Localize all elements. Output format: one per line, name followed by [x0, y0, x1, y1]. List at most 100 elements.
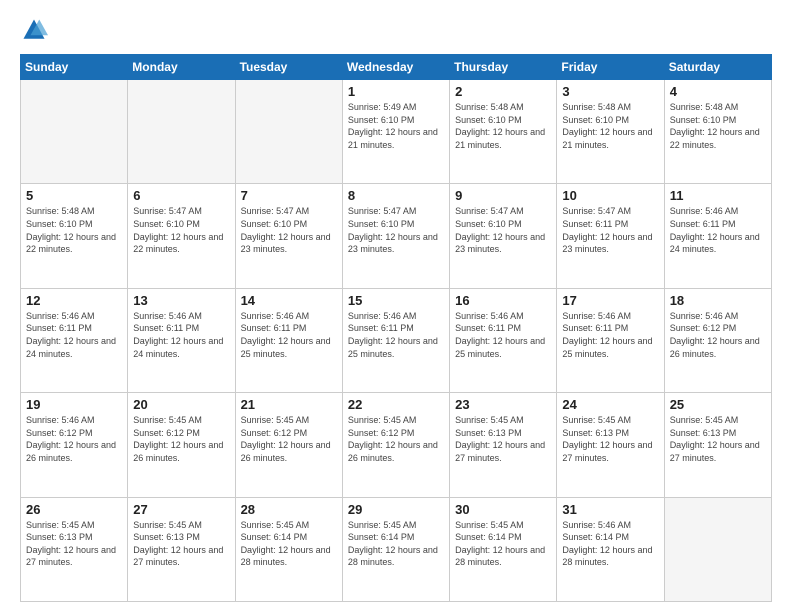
day-info: Sunrise: 5:46 AM Sunset: 6:11 PM Dayligh…	[133, 310, 229, 360]
calendar-week-row: 26 Sunrise: 5:45 AM Sunset: 6:13 PM Dayli…	[21, 497, 772, 601]
day-info: Sunrise: 5:45 AM Sunset: 6:12 PM Dayligh…	[133, 414, 229, 464]
calendar-week-row: 1 Sunrise: 5:49 AM Sunset: 6:10 PM Daylig…	[21, 80, 772, 184]
day-number: 24	[562, 397, 658, 412]
day-number: 11	[670, 188, 766, 203]
calendar-cell: 31 Sunrise: 5:46 AM Sunset: 6:14 PM Dayli…	[557, 497, 664, 601]
day-info: Sunrise: 5:45 AM Sunset: 6:13 PM Dayligh…	[670, 414, 766, 464]
calendar-cell: 10 Sunrise: 5:47 AM Sunset: 6:11 PM Dayli…	[557, 184, 664, 288]
calendar-cell: 20Sunrise: 5:45 AM Sunset: 6:12 PM Dayli…	[128, 393, 235, 497]
day-info: Sunrise: 5:45 AM Sunset: 6:13 PM Dayligh…	[562, 414, 658, 464]
calendar-cell: 19 Sunrise: 5:46 AM Sunset: 6:12 PM Dayli…	[21, 393, 128, 497]
weekday-header: Thursday	[450, 55, 557, 80]
calendar-cell: 12 Sunrise: 5:46 AM Sunset: 6:11 PM Dayli…	[21, 288, 128, 392]
weekday-header: Saturday	[664, 55, 771, 80]
calendar-cell: 25 Sunrise: 5:45 AM Sunset: 6:13 PM Dayli…	[664, 393, 771, 497]
day-info: Sunrise: 5:46 AM Sunset: 6:12 PM Dayligh…	[26, 414, 122, 464]
day-info: Sunrise: 5:46 AM Sunset: 6:11 PM Dayligh…	[455, 310, 551, 360]
calendar-cell: 1 Sunrise: 5:49 AM Sunset: 6:10 PM Daylig…	[342, 80, 449, 184]
day-number: 19	[26, 397, 122, 412]
calendar-cell: 3 Sunrise: 5:48 AM Sunset: 6:10 PM Daylig…	[557, 80, 664, 184]
day-number: 1	[348, 84, 444, 99]
calendar-cell	[664, 497, 771, 601]
calendar-cell: 8 Sunrise: 5:47 AM Sunset: 6:10 PM Daylig…	[342, 184, 449, 288]
day-number: 7	[241, 188, 337, 203]
header	[20, 16, 772, 44]
calendar: SundayMondayTuesdayWednesdayThursdayFrid…	[20, 54, 772, 602]
calendar-cell: 27 Sunrise: 5:45 AM Sunset: 6:13 PM Dayli…	[128, 497, 235, 601]
calendar-cell: 17 Sunrise: 5:46 AM Sunset: 6:11 PM Dayli…	[557, 288, 664, 392]
day-info: Sunrise: 5:45 AM Sunset: 6:13 PM Dayligh…	[455, 414, 551, 464]
day-info: Sunrise: 5:48 AM Sunset: 6:10 PM Dayligh…	[455, 101, 551, 151]
day-info: Sunrise: 5:48 AM Sunset: 6:10 PM Dayligh…	[26, 205, 122, 255]
day-info: Sunrise: 5:45 AM Sunset: 6:13 PM Dayligh…	[133, 519, 229, 569]
calendar-cell	[235, 80, 342, 184]
calendar-cell: 21 Sunrise: 5:45 AM Sunset: 6:12 PM Dayli…	[235, 393, 342, 497]
calendar-cell: 23 Sunrise: 5:45 AM Sunset: 6:13 PM Dayli…	[450, 393, 557, 497]
weekday-header: Wednesday	[342, 55, 449, 80]
day-number: 23	[455, 397, 551, 412]
day-number: 4	[670, 84, 766, 99]
day-info: Sunrise: 5:47 AM Sunset: 6:10 PM Dayligh…	[348, 205, 444, 255]
day-number: 25	[670, 397, 766, 412]
day-info: Sunrise: 5:46 AM Sunset: 6:14 PM Dayligh…	[562, 519, 658, 569]
calendar-cell: 15Sunrise: 5:46 AM Sunset: 6:11 PM Dayli…	[342, 288, 449, 392]
calendar-cell: 13 Sunrise: 5:46 AM Sunset: 6:11 PM Dayli…	[128, 288, 235, 392]
calendar-cell: 2 Sunrise: 5:48 AM Sunset: 6:10 PM Daylig…	[450, 80, 557, 184]
calendar-cell: 11 Sunrise: 5:46 AM Sunset: 6:11 PM Dayli…	[664, 184, 771, 288]
page: SundayMondayTuesdayWednesdayThursdayFrid…	[0, 0, 792, 612]
day-number: 13	[133, 293, 229, 308]
calendar-cell: 22Sunrise: 5:45 AM Sunset: 6:12 PM Dayli…	[342, 393, 449, 497]
day-number: 18	[670, 293, 766, 308]
logo	[20, 16, 52, 44]
day-number: 10	[562, 188, 658, 203]
weekday-header: Monday	[128, 55, 235, 80]
day-info: Sunrise: 5:45 AM Sunset: 6:14 PM Dayligh…	[241, 519, 337, 569]
day-info: Sunrise: 5:46 AM Sunset: 6:11 PM Dayligh…	[670, 205, 766, 255]
day-info: Sunrise: 5:45 AM Sunset: 6:14 PM Dayligh…	[348, 519, 444, 569]
day-number: 2	[455, 84, 551, 99]
day-number: 12	[26, 293, 122, 308]
day-number: 15	[348, 293, 444, 308]
day-number: 17	[562, 293, 658, 308]
calendar-week-row: 5Sunrise: 5:48 AM Sunset: 6:10 PM Daylig…	[21, 184, 772, 288]
day-number: 21	[241, 397, 337, 412]
day-number: 28	[241, 502, 337, 517]
calendar-cell: 29 Sunrise: 5:45 AM Sunset: 6:14 PM Dayli…	[342, 497, 449, 601]
weekday-header: Sunday	[21, 55, 128, 80]
calendar-cell: 26Sunrise: 5:45 AM Sunset: 6:13 PM Dayli…	[21, 497, 128, 601]
day-number: 8	[348, 188, 444, 203]
day-info: Sunrise: 5:46 AM Sunset: 6:11 PM Dayligh…	[562, 310, 658, 360]
day-info: Sunrise: 5:45 AM Sunset: 6:12 PM Dayligh…	[241, 414, 337, 464]
day-number: 29	[348, 502, 444, 517]
day-number: 27	[133, 502, 229, 517]
day-number: 26	[26, 502, 122, 517]
calendar-cell: 7 Sunrise: 5:47 AM Sunset: 6:10 PM Daylig…	[235, 184, 342, 288]
calendar-cell: 28 Sunrise: 5:45 AM Sunset: 6:14 PM Dayli…	[235, 497, 342, 601]
day-info: Sunrise: 5:49 AM Sunset: 6:10 PM Dayligh…	[348, 101, 444, 151]
calendar-cell	[21, 80, 128, 184]
calendar-week-row: 12 Sunrise: 5:46 AM Sunset: 6:11 PM Dayli…	[21, 288, 772, 392]
logo-icon	[20, 16, 48, 44]
day-number: 31	[562, 502, 658, 517]
day-number: 3	[562, 84, 658, 99]
calendar-cell: 16Sunrise: 5:46 AM Sunset: 6:11 PM Dayli…	[450, 288, 557, 392]
day-info: Sunrise: 5:46 AM Sunset: 6:12 PM Dayligh…	[670, 310, 766, 360]
day-number: 14	[241, 293, 337, 308]
day-info: Sunrise: 5:48 AM Sunset: 6:10 PM Dayligh…	[562, 101, 658, 151]
day-number: 30	[455, 502, 551, 517]
day-info: Sunrise: 5:46 AM Sunset: 6:11 PM Dayligh…	[241, 310, 337, 360]
calendar-cell: 24 Sunrise: 5:45 AM Sunset: 6:13 PM Dayli…	[557, 393, 664, 497]
day-number: 22	[348, 397, 444, 412]
day-info: Sunrise: 5:47 AM Sunset: 6:10 PM Dayligh…	[241, 205, 337, 255]
weekday-header: Tuesday	[235, 55, 342, 80]
day-info: Sunrise: 5:47 AM Sunset: 6:10 PM Dayligh…	[455, 205, 551, 255]
weekday-header: Friday	[557, 55, 664, 80]
calendar-cell: 6Sunrise: 5:47 AM Sunset: 6:10 PM Daylig…	[128, 184, 235, 288]
day-info: Sunrise: 5:45 AM Sunset: 6:14 PM Dayligh…	[455, 519, 551, 569]
day-info: Sunrise: 5:46 AM Sunset: 6:11 PM Dayligh…	[26, 310, 122, 360]
calendar-cell: 9 Sunrise: 5:47 AM Sunset: 6:10 PM Daylig…	[450, 184, 557, 288]
calendar-week-row: 19 Sunrise: 5:46 AM Sunset: 6:12 PM Dayli…	[21, 393, 772, 497]
day-number: 6	[133, 188, 229, 203]
day-number: 9	[455, 188, 551, 203]
day-info: Sunrise: 5:47 AM Sunset: 6:11 PM Dayligh…	[562, 205, 658, 255]
